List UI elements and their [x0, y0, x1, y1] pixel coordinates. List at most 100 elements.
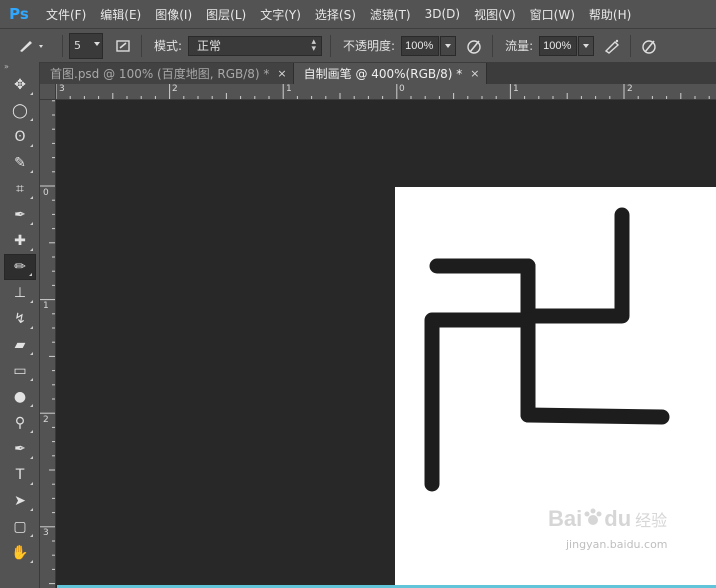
shape-tool-icon: ▢	[13, 519, 27, 535]
brush-panel-icon	[116, 39, 130, 52]
tab-label: 自制画笔 @ 400%(RGB/8) *	[303, 67, 463, 81]
ruler-ticks	[40, 100, 55, 585]
eyedropper-tool-button[interactable]: ✒	[4, 202, 36, 228]
menu-image[interactable]: 图像(I)	[155, 6, 192, 23]
tool-group-indicator	[30, 248, 33, 251]
eraser-tool-icon: ▰	[14, 337, 26, 353]
brush-tool-button[interactable]: ✏	[4, 254, 36, 280]
pressure-size-button[interactable]	[637, 34, 661, 58]
vertical-ruler[interactable]: 0 1 2 3	[40, 100, 56, 588]
flow-slider-toggle[interactable]	[578, 35, 595, 56]
brush-size-picker[interactable]: 5	[69, 32, 103, 59]
tool-group-indicator	[30, 378, 33, 381]
watermark-sub: 经验	[635, 511, 668, 530]
blend-mode-select[interactable]: 正常 ▴ ▾	[188, 35, 323, 56]
lasso-tool-button[interactable]: ʘ	[4, 124, 36, 150]
healing-brush-tool-icon: ✚	[14, 233, 26, 249]
hand-tool-icon: ✋	[11, 545, 29, 561]
marquee-tool-button[interactable]: ◯	[4, 98, 36, 124]
tool-group-indicator	[30, 560, 33, 563]
history-brush-tool-icon: ↯	[14, 311, 26, 327]
tab-custom-brush[interactable]: 自制画笔 @ 400%(RGB/8) * ×	[293, 63, 487, 84]
marquee-tool-icon: ◯	[12, 103, 28, 119]
gradient-tool-button[interactable]: ▭	[4, 358, 36, 384]
quick-select-tool-button[interactable]: ✎	[4, 150, 36, 176]
blur-tool-button[interactable]: ●	[4, 384, 36, 410]
close-icon[interactable]: ×	[470, 67, 479, 80]
document-tabs: 首图.psd @ 100% (百度地图, RGB/8) * × 自制画笔 @ 4…	[40, 62, 716, 84]
tool-group-indicator	[30, 404, 33, 407]
ruler-ticks	[56, 84, 710, 99]
menu-edit[interactable]: 编辑(E)	[100, 6, 141, 23]
mode-label: 模式:	[154, 39, 183, 53]
ruler-label: 1	[43, 301, 49, 311]
close-icon[interactable]: ×	[277, 67, 286, 80]
history-brush-tool-button[interactable]: ↯	[4, 306, 36, 332]
pen-tool-button[interactable]: ✒	[4, 436, 36, 462]
separator	[62, 34, 63, 57]
menu-filter[interactable]: 滤镜(T)	[370, 6, 411, 23]
opacity-slider-toggle[interactable]	[440, 35, 457, 56]
menu-file[interactable]: 文件(F)	[46, 6, 86, 23]
brush-stroke	[520, 407, 670, 425]
brush-panel-toggle[interactable]	[111, 34, 135, 58]
separator	[492, 34, 494, 57]
ruler-origin[interactable]	[40, 84, 56, 100]
clone-stamp-tool-button[interactable]: ⊥	[4, 280, 36, 306]
watermark: Bai du 经验 jingyan.baidu.com	[548, 506, 668, 551]
healing-brush-tool-button[interactable]: ✚	[4, 228, 36, 254]
brush-stroke	[424, 258, 536, 492]
move-tool-button[interactable]: ✥	[4, 72, 36, 98]
menu-view[interactable]: 视图(V)	[474, 6, 516, 23]
pen-tool-icon: ✒	[14, 441, 26, 457]
ruler-label: 0	[399, 84, 405, 94]
separator	[630, 34, 632, 57]
tool-group-indicator	[30, 508, 33, 511]
menu-type[interactable]: 文字(Y)	[260, 6, 301, 23]
tab-label: 首图.psd @ 100% (百度地图, RGB/8) *	[50, 67, 270, 81]
brush-tool-icon: ✏	[14, 259, 26, 275]
menu-3d[interactable]: 3D(D)	[425, 7, 460, 21]
menu-window[interactable]: 窗口(W)	[530, 6, 575, 23]
menu-layer[interactable]: 图层(L)	[206, 6, 246, 23]
type-tool-icon: T	[15, 467, 25, 483]
tool-group-indicator	[29, 273, 32, 276]
toolbox-grip[interactable]: »	[0, 62, 39, 72]
pressure-opacity-button[interactable]	[462, 34, 486, 58]
hand-tool-button[interactable]: ✋	[4, 540, 36, 566]
quick-select-tool-icon: ✎	[14, 155, 26, 171]
tool-group-indicator	[30, 352, 33, 355]
pressure-size-icon	[642, 39, 656, 54]
ruler-label: 2	[172, 84, 178, 94]
horizontal-ruler[interactable]: 3 2 1 0 1 2	[56, 84, 716, 100]
dodge-tool-button[interactable]: ⚲	[4, 410, 36, 436]
tool-group-indicator	[30, 144, 33, 147]
menu-help[interactable]: 帮助(H)	[589, 6, 631, 23]
tool-group-indicator	[30, 326, 33, 329]
tool-preset-picker[interactable]	[8, 34, 56, 58]
ruler-label: 1	[513, 84, 519, 94]
type-tool-button[interactable]: T	[4, 462, 36, 488]
tab-shoutu-psd[interactable]: 首图.psd @ 100% (百度地图, RGB/8) * ×	[40, 63, 294, 84]
opacity-input[interactable]	[401, 35, 440, 56]
eraser-tool-button[interactable]: ▰	[4, 332, 36, 358]
ruler-label: 2	[627, 84, 633, 94]
flow-label: 流量:	[505, 39, 534, 53]
menu-bar: Ps 文件(F) 编辑(E) 图像(I) 图层(L) 文字(Y) 选择(S) 滤…	[0, 0, 716, 28]
path-select-tool-button[interactable]: ➤	[4, 488, 36, 514]
clone-stamp-tool-icon: ⊥	[13, 285, 27, 301]
toolbox: » ✥ ◯ ʘ ✎ ⌗ ✒ ✚ ✏ ⊥ ↯ ▰ ▭ ● ⚲ ✒ T ➤ ▢ ✋	[0, 62, 40, 588]
updown-arrows-icon: ▴ ▾	[311, 36, 317, 54]
brush-size-value: 5	[74, 39, 81, 52]
menu-select[interactable]: 选择(S)	[315, 6, 356, 23]
flow-input[interactable]	[539, 35, 578, 56]
airbrush-button[interactable]	[600, 34, 624, 58]
separator	[330, 34, 332, 57]
crop-tool-button[interactable]: ⌗	[4, 176, 36, 202]
tool-group-indicator	[30, 92, 33, 95]
ruler-label: 3	[59, 84, 65, 94]
chevron-down-icon	[94, 41, 100, 46]
shape-tool-button[interactable]: ▢	[4, 514, 36, 540]
pressure-opacity-icon	[467, 39, 481, 54]
tool-group-indicator	[30, 482, 33, 485]
